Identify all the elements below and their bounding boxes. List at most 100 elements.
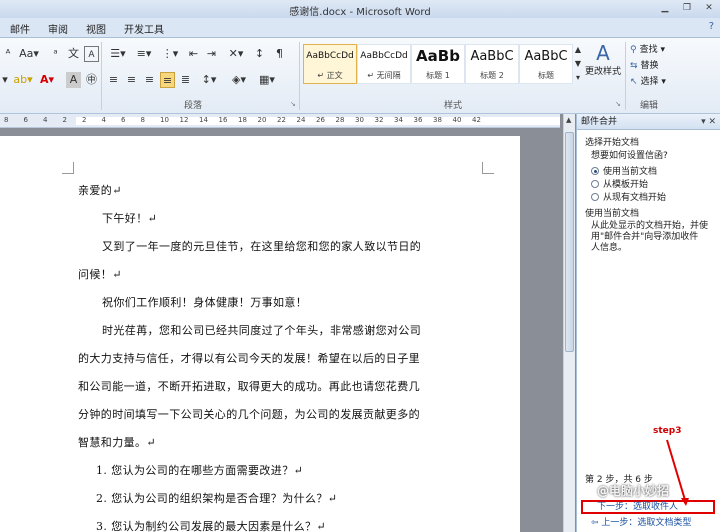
paragraph-launcher-icon[interactable]: ↘: [290, 100, 296, 108]
bullets-icon[interactable]: ☰▾: [106, 46, 130, 62]
pane-close-icon[interactable]: ▾ ✕: [701, 114, 716, 130]
ribbon: ᴬ Aa▾ ᵃ 文 A ▾ ab▾ A▾ A ㊥ ☰▾ ≡▾ ⋮▾ ⇤ ⇥ ✕▾…: [0, 38, 720, 114]
ruler-number: 6: [121, 116, 126, 124]
align-left-icon[interactable]: ≡: [106, 72, 121, 88]
mail-merge-pane: 邮件合并 ▾ ✕ 选择开始文档 想要如何设置信函? 使用当前文档 从模板开始 从…: [576, 114, 720, 532]
pane-header: 邮件合并 ▾ ✕: [577, 114, 720, 130]
help-icon[interactable]: ?: [709, 21, 714, 32]
description-text: 从此处显示的文档开始，并使 用"邮件合并"向导添加收件 人信息。: [591, 221, 709, 253]
ruler-number: 26: [316, 116, 325, 124]
styles-group-label: 样式: [444, 101, 463, 111]
scroll-thumb[interactable]: [565, 132, 574, 352]
distributed-icon[interactable]: ≣: [178, 72, 193, 88]
multilevel-list-icon[interactable]: ⋮▾: [158, 46, 182, 62]
option-existing-doc[interactable]: 从现有文档开始: [591, 190, 666, 203]
pane-title: 邮件合并: [581, 117, 618, 127]
document-page[interactable]: 亲爱的↵ 下午好！↵ 又到了一年一度的元旦佳节，在这里给您和您的家人致以节日的 问候！…: [0, 136, 520, 532]
title-bar: 感谢信.docx - Microsoft Word ▁ ❐ ✕: [0, 0, 720, 18]
option-current-doc[interactable]: 使用当前文档: [591, 164, 657, 177]
style-no-spacing[interactable]: AaBbCcDd ↵ 无间隔: [357, 44, 411, 84]
section-use-current: 使用当前文档: [585, 209, 640, 219]
line-spacing-icon[interactable]: ↕▾: [198, 72, 220, 88]
character-border-icon[interactable]: A: [84, 46, 99, 62]
ruler-number: 38: [433, 116, 442, 124]
ruler-number: 2: [82, 116, 87, 124]
sort-icon[interactable]: ↕: [252, 46, 267, 62]
document-line: 1. 您认为公司的在哪些方面需要改进？↵: [96, 464, 304, 477]
ruler-number: 30: [355, 116, 364, 124]
document-line: 问候！↵: [78, 268, 122, 281]
shading-icon[interactable]: ◈▾: [228, 72, 250, 88]
change-case-button[interactable]: Aa▾: [18, 46, 40, 62]
ruler-number: 10: [160, 116, 169, 124]
ruler-number: 8: [140, 116, 145, 124]
tab-review[interactable]: 审阅: [48, 21, 68, 36]
borders-icon[interactable]: ▦▾: [256, 72, 278, 88]
show-marks-icon[interactable]: ¶: [272, 46, 287, 62]
numbering-icon[interactable]: ≡▾: [132, 46, 156, 62]
document-line: 的大力支持与信任，才得以有公司今天的发展！希望在以后的日子里: [78, 352, 420, 365]
style-normal[interactable]: AaBbCcDd ↵ 正文: [303, 44, 357, 84]
scroll-up-icon: ▲: [566, 116, 572, 124]
document-line: 时光荏苒，您和公司已经共同度过了个年头，非常感谢您对公司: [102, 324, 422, 337]
ruler-number: 16: [218, 116, 228, 124]
watermark: @电脑小妙招: [597, 484, 670, 498]
decrease-indent-icon[interactable]: ⇤: [186, 46, 201, 62]
find-button[interactable]: ⚲ 查找 ▾: [630, 42, 665, 55]
replace-icon: ⇆: [630, 61, 638, 71]
ruler-number: 24: [296, 116, 306, 124]
styles-launcher-icon[interactable]: ↘: [615, 100, 621, 108]
style-heading-1[interactable]: AaBb 标题 1: [411, 44, 465, 84]
prev-step-link[interactable]: ⇦ 上一步：选取文档类型: [591, 515, 691, 528]
setup-question: 想要如何设置信函?: [591, 151, 668, 161]
align-center-icon[interactable]: ≡: [124, 72, 139, 88]
character-shading-icon[interactable]: A: [66, 72, 81, 88]
increase-indent-icon[interactable]: ⇥: [204, 46, 219, 62]
ruler-number: 6: [23, 116, 28, 124]
replace-button[interactable]: ⇆ 替换: [630, 58, 659, 71]
ruler-number: 12: [179, 116, 189, 124]
horizontal-ruler[interactable]: 8 6 4 2 2 4 6 8 10 12 14 16 18 20 22 24 26 28 30 32 34 36 38 40…: [0, 114, 560, 128]
font-color-icon[interactable]: A▾: [36, 72, 58, 88]
paragraph-group-label: 段落: [184, 101, 203, 111]
ruler-number: 8: [4, 116, 9, 124]
tab-mailings[interactable]: 邮件: [10, 21, 30, 36]
ruler-number: 36: [413, 116, 423, 124]
clear-format-icon[interactable]: ᵃ: [48, 46, 63, 62]
select-button[interactable]: ↖ 选择 ▾: [630, 74, 666, 87]
change-styles-icon: A: [596, 41, 610, 65]
phonetic-guide-icon[interactable]: 文: [66, 46, 81, 62]
tab-view[interactable]: 视图: [86, 21, 106, 36]
ribbon-tabs: 邮件 审阅 视图 开发工具 ?: [0, 18, 720, 38]
shrink-font-icon[interactable]: ᴬ: [2, 46, 14, 62]
ruler-number: 2: [62, 116, 67, 124]
minimize-icon[interactable]: ▁: [658, 2, 672, 14]
document-line: 和公司能一道，不断开拓进取，取得更大的成功。再此也请您花费几: [78, 380, 420, 393]
section-start-doc: 选择开始文档: [585, 138, 640, 148]
document-line: 智慧和力量。↵: [78, 436, 157, 449]
restore-icon[interactable]: ❐: [680, 2, 694, 14]
change-styles-button[interactable]: A 更改样式: [584, 42, 622, 77]
close-icon[interactable]: ✕: [702, 2, 716, 14]
align-right-icon[interactable]: ≡: [142, 72, 157, 88]
ruler-number: 42: [472, 116, 481, 124]
option-from-template[interactable]: 从模板开始: [591, 177, 648, 190]
highlight-color-icon[interactable]: ab▾: [12, 72, 34, 88]
style-heading-2[interactable]: AaBbC 标题 2: [465, 44, 519, 84]
ruler-number: 4: [43, 116, 48, 124]
next-step-link[interactable]: 下一步：选取收件人: [581, 500, 715, 514]
vertical-scrollbar[interactable]: ▲: [563, 114, 575, 532]
radio-icon: [591, 179, 599, 188]
text-effect-icon[interactable]: ▾: [0, 72, 10, 88]
document-line: 下午好！↵: [102, 212, 158, 225]
styles-more-icon[interactable]: ▾: [574, 70, 582, 86]
tab-developer[interactable]: 开发工具: [124, 21, 164, 36]
document-line: 2. 您认为公司的组织架构是否合理？为什么？↵: [96, 492, 338, 505]
document-area: 亲爱的↵ 下午好！↵ 又到了一年一度的元旦佳节，在这里给您和您的家人致以节日的 问候！…: [0, 128, 560, 532]
editing-group-label: 编辑: [640, 101, 659, 111]
ruler-number: 28: [335, 116, 345, 124]
chinese-layout-icon[interactable]: ✕▾: [224, 46, 248, 62]
enclosed-char-icon[interactable]: ㊥: [84, 72, 99, 88]
style-title[interactable]: AaBbC 标题: [519, 44, 573, 84]
justify-icon[interactable]: ≡: [160, 72, 175, 88]
